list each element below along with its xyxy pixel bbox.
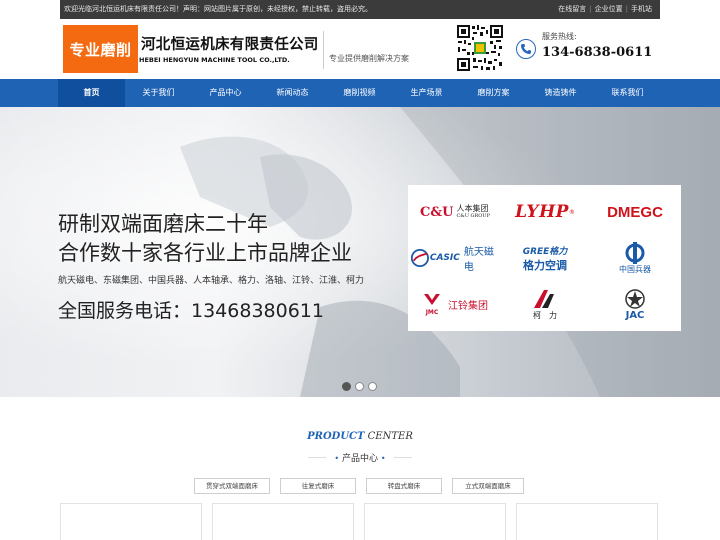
top-links: 在线留言 | 企业位置 | 手机站 xyxy=(558,4,652,14)
top-bar-inner: 欢迎光临河北恒运机床有限责任公司！声明：网站图片属于原创，未经授权，禁止转载，盗… xyxy=(60,0,660,19)
main-nav: 首页 关于我们 产品中心 新闻动态 磨削视频 生产场景 磨削方案 铸造铸件 联系… xyxy=(0,79,720,107)
casic-emblem-icon xyxy=(410,248,429,268)
bullet-icon: • xyxy=(334,454,340,463)
category-tab-vertical[interactable]: 立式双端面磨床 xyxy=(452,478,524,494)
lyhp-reg: ® xyxy=(568,208,575,216)
gree-cn: 格力空调 xyxy=(523,258,567,272)
gree-en: GREE格力 xyxy=(522,246,568,257)
hotline-number: 134-6838-0611 xyxy=(542,45,653,60)
gree-group: GREE格力 格力空调 xyxy=(523,244,568,273)
nav-item-contact[interactable]: 联系我们 xyxy=(594,79,661,107)
keli-emblem-icon xyxy=(534,289,554,308)
product-center-subtitle-inner: • 产品中心 • xyxy=(326,451,394,464)
link-company-location[interactable]: 企业位置 xyxy=(595,5,623,13)
product-center-title: PRODUCT CENTER xyxy=(0,431,720,442)
norinco-emblem-icon xyxy=(625,241,645,264)
nav-item-products[interactable]: 产品中心 xyxy=(192,79,259,107)
separator: | xyxy=(625,5,628,13)
link-online-message[interactable]: 在线留言 xyxy=(558,5,586,13)
jac-star-icon xyxy=(625,288,645,309)
cu-group-logo: C&U 人本集团 C&U GROUP xyxy=(410,189,500,235)
category-tab-reciprocating[interactable]: 往复式磨床 xyxy=(280,478,356,494)
slogan: 专业提供磨削解决方案 xyxy=(329,54,409,63)
link-mobile-site[interactable]: 手机站 xyxy=(631,5,652,13)
header-divider xyxy=(323,31,324,69)
top-bar: 欢迎光临河北恒运机床有限责任公司！声明：网站图片属于原创，未经授权，禁止转载，盗… xyxy=(0,0,720,19)
casic-mark: CASIC xyxy=(429,253,460,263)
cu-mark: C&U xyxy=(420,204,454,220)
jmc-group: JMC 江铃集团 xyxy=(422,293,488,316)
separator: | xyxy=(589,5,592,13)
site-header: 专业磨削 河北恒运机床有限责任公司 HEBEI HENGYUN MACHINE … xyxy=(0,19,720,79)
lyhp-logo: LYHP ® xyxy=(500,189,590,235)
casic-cn: 航天磁电 xyxy=(463,247,494,273)
product-card[interactable] xyxy=(516,503,658,540)
jmc-logo: JMC 江铃集团 xyxy=(410,281,500,327)
jac-en: JAC xyxy=(625,309,645,321)
slider-dot-1[interactable] xyxy=(342,382,351,391)
product-center-title-en-2: CENTER xyxy=(367,431,413,442)
jmc-cn: 江铃集团 xyxy=(448,300,488,312)
jac-logo: JAC xyxy=(590,281,680,327)
nav-item-grinding-video[interactable]: 磨削视频 xyxy=(326,79,393,107)
keli-group: 柯 力 xyxy=(532,288,558,321)
cu-text: 人本集团 C&U GROUP xyxy=(456,204,490,219)
nav-item-about[interactable]: 关于我们 xyxy=(125,79,192,107)
product-center-title-cn: 产品中心 xyxy=(341,454,378,464)
slider-dot-2[interactable] xyxy=(355,382,364,391)
product-center-title-en-1: PRODUCT xyxy=(307,431,365,442)
slider-dot-3[interactable] xyxy=(368,382,377,391)
welcome-text: 欢迎光临河北恒运机床有限责任公司！声明：网站图片属于原创，未经授权，禁止转载，盗… xyxy=(64,5,372,13)
company-name-en: HEBEI HENGYUN MACHINE TOOL CO.,LTD. xyxy=(139,56,290,64)
category-tab-through-type[interactable]: 贯穿式双端面磨床 xyxy=(194,478,270,494)
nav-item-home[interactable]: 首页 xyxy=(58,79,125,107)
lyhp-text: LYHP xyxy=(515,202,569,222)
nav-item-production-scene[interactable]: 生产场景 xyxy=(393,79,460,107)
keli-logo: 柯 力 xyxy=(500,281,590,327)
cu-en: C&U GROUP xyxy=(456,212,490,219)
product-card[interactable] xyxy=(212,503,354,540)
jmc-badge: JMC xyxy=(422,293,442,316)
bullet-icon: • xyxy=(380,454,386,463)
keli-cn: 柯 力 xyxy=(533,310,557,320)
company-name-cn: 河北恒运机床有限责任公司 xyxy=(141,37,319,53)
product-card[interactable] xyxy=(364,503,506,540)
dmegc-logo: DMEGC xyxy=(590,189,680,235)
logo-badge[interactable]: 专业磨削 xyxy=(63,25,138,73)
banner-headline-1: 研制双端面磨床二十年 xyxy=(58,212,268,236)
gree-logo: GREE格力 格力空调 xyxy=(500,235,590,281)
dmegc-text: DMEGC xyxy=(607,203,663,221)
jmc-emblem-icon xyxy=(424,293,440,305)
jmc-en: JMC xyxy=(425,308,439,316)
casic-logo: CASIC 航天磁电 xyxy=(410,235,500,281)
norinco-cn: 中国兵器 xyxy=(619,264,651,274)
banner-brands-line: 航天磁电、东磁集团、中国兵器、人本轴承、格力、洛轴、江铃、江淮、柯力 xyxy=(58,276,365,286)
nav-item-grinding-solution[interactable]: 磨削方案 xyxy=(460,79,527,107)
product-center-subtitle: • 产品中心 • xyxy=(0,451,720,464)
qr-code-icon xyxy=(456,24,504,72)
partner-logos-panel: C&U 人本集团 C&U GROUP LYHP ® DMEGC CASIC 航天磁… xyxy=(408,185,681,331)
banner-headline-2: 合作数十家各行业上市品牌企业 xyxy=(58,241,352,265)
phone-icon xyxy=(516,39,536,59)
banner-hotline: 全国服务电话：13468380611 xyxy=(58,300,324,322)
nav-item-castings[interactable]: 铸造铸件 xyxy=(527,79,594,107)
jac-group: JAC xyxy=(621,288,649,321)
norinco-group: 中国兵器 xyxy=(619,241,651,275)
product-card[interactable] xyxy=(60,503,202,540)
casic-group: CASIC 航天磁电 xyxy=(410,243,500,273)
category-tab-rotary[interactable]: 转盘式磨床 xyxy=(366,478,442,494)
hero-banner[interactable]: 研制双端面磨床二十年 合作数十家各行业上市品牌企业 航天磁电、东磁集团、中国兵器… xyxy=(0,107,720,397)
norinco-logo: 中国兵器 xyxy=(590,235,680,281)
hotline-label: 服务热线: xyxy=(542,32,577,41)
nav-item-news[interactable]: 新闻动态 xyxy=(259,79,326,107)
